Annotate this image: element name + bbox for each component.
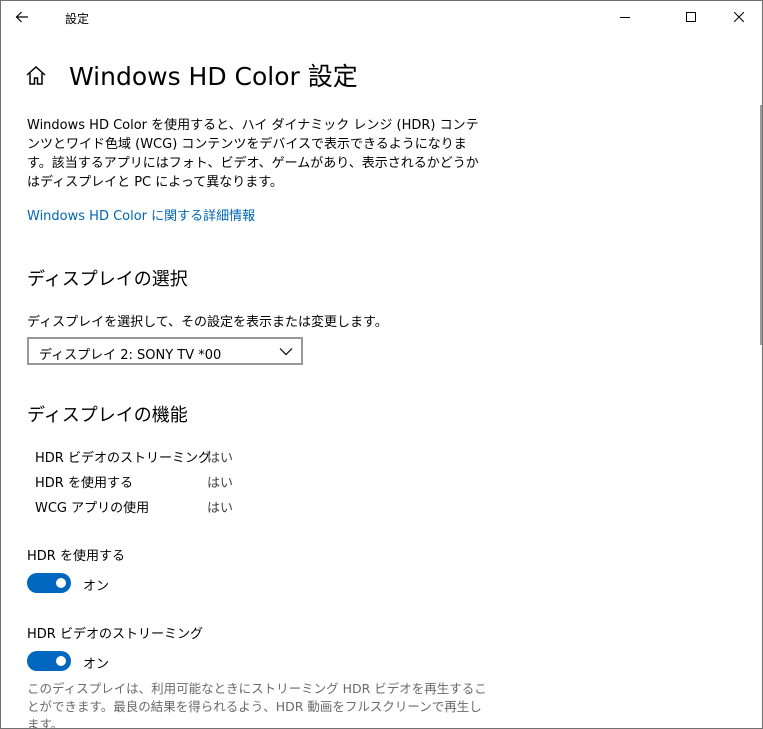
back-button[interactable] — [11, 6, 33, 28]
page-description: Windows HD Color を使用すると、ハイ ダイナミック レンジ (H… — [27, 118, 479, 190]
hdr-streaming-state: オン — [83, 657, 110, 672]
window-title: 設定 — [65, 12, 90, 26]
back-arrow-icon — [15, 11, 28, 23]
capability-value: はい — [207, 501, 234, 516]
display-dropdown-value: ディスプレイ 2: SONY TV *00 — [39, 348, 222, 363]
hdr-streaming-note: このディスプレイは、利用可能なときにストリーミング HDR ビデオを再生すること… — [27, 681, 487, 729]
minimize-button[interactable] — [602, 1, 648, 33]
title-bar: 設定 — [1, 1, 762, 33]
capabilities-heading: ディスプレイの機能 — [27, 405, 188, 426]
capability-value: はい — [207, 476, 234, 491]
learn-more-link[interactable]: Windows HD Color に関する詳細情報 — [27, 205, 255, 224]
capability-label: HDR ビデオのストリーミング — [35, 451, 211, 466]
maximize-button[interactable] — [668, 1, 714, 33]
capability-row: HDR ビデオのストリーミング はい — [35, 447, 295, 467]
home-icon — [26, 65, 46, 85]
capability-label: WCG アプリの使用 — [35, 501, 150, 516]
scrollbar[interactable] — [760, 105, 762, 345]
display-select-subtitle: ディスプレイを選択して、その設定を表示または変更します。 — [27, 315, 388, 330]
hdr-streaming-toggle[interactable] — [27, 651, 71, 671]
close-icon — [734, 12, 744, 22]
page-title: Windows HD Color 設定 — [69, 62, 358, 91]
capability-label: HDR を使用する — [35, 476, 133, 491]
display-dropdown[interactable]: ディスプレイ 2: SONY TV *00 — [27, 337, 303, 365]
close-button[interactable] — [716, 1, 762, 33]
use-hdr-state: オン — [83, 579, 110, 594]
use-hdr-toggle[interactable] — [27, 573, 71, 593]
settings-window: 設定 Windows HD Color 設定 Windows HD Color … — [0, 0, 763, 729]
display-select-heading: ディスプレイの選択 — [27, 269, 188, 290]
capability-row: HDR を使用する はい — [35, 472, 295, 492]
use-hdr-label: HDR を使用する — [27, 549, 125, 564]
hdr-streaming-label: HDR ビデオのストリーミング — [27, 627, 203, 642]
home-button[interactable] — [25, 65, 49, 87]
chevron-down-icon — [279, 348, 293, 356]
maximize-icon — [686, 12, 696, 22]
toggle-knob — [56, 578, 66, 588]
minimize-icon — [620, 17, 630, 18]
capability-value: はい — [207, 451, 234, 466]
toggle-knob — [56, 656, 66, 666]
capability-row: WCG アプリの使用 はい — [35, 497, 295, 517]
